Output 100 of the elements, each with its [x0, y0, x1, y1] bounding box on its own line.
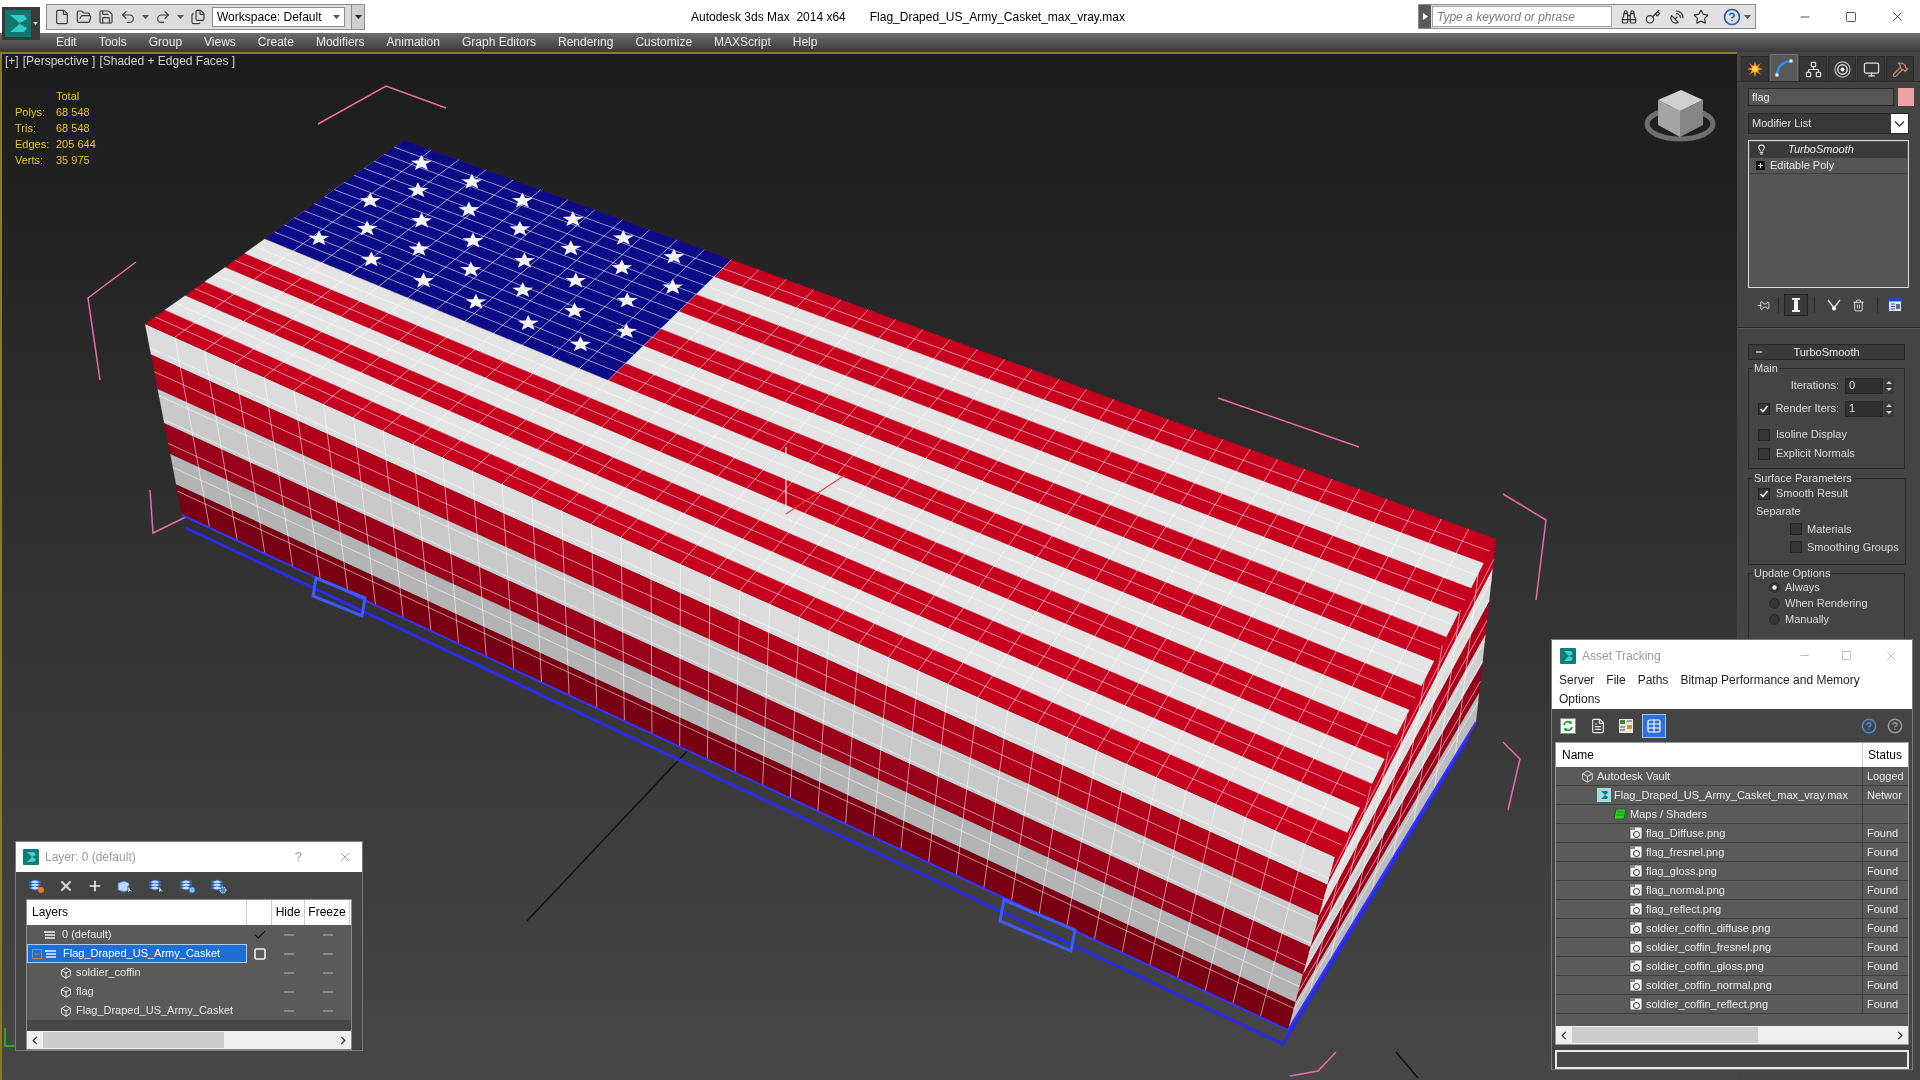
key-icon[interactable] [1645, 8, 1661, 25]
spinner-field[interactable]: 1 [1845, 400, 1883, 417]
star-icon[interactable] [1693, 8, 1709, 25]
view-mode-toggle[interactable] [1642, 713, 1666, 738]
layer-item[interactable]: Flag_Draped_US_Army_Casket [27, 944, 247, 963]
asset-item[interactable]: Maps / Shaders [1556, 805, 1863, 823]
menu-item[interactable]: MAXScript [703, 33, 782, 52]
help-icon[interactable] [1723, 7, 1741, 26]
asset-item[interactable]: soldier_coffin_reflect.png [1556, 995, 1863, 1013]
color-swatch-icon[interactable] [1898, 88, 1914, 106]
menu-item[interactable]: Options [1559, 690, 1601, 709]
help-icon[interactable] [1887, 717, 1903, 734]
radio-button[interactable] [1769, 581, 1780, 593]
layers-pin-icon[interactable] [178, 877, 196, 894]
spinner-arrows-icon[interactable] [1884, 400, 1894, 417]
asset-item[interactable]: soldier_coffin_gloss.png [1556, 957, 1863, 975]
menu-item[interactable]: Server [1559, 671, 1595, 690]
checkbox[interactable] [1758, 402, 1770, 415]
new-file-icon[interactable] [54, 8, 70, 25]
view-cube-icon[interactable] [1644, 90, 1716, 142]
scrollbar-track[interactable] [27, 1031, 351, 1049]
panel-tab[interactable] [1828, 56, 1856, 81]
layer-item[interactable]: Flag_Draped_US_Army_Casket [27, 1001, 247, 1020]
save-icon[interactable] [98, 8, 114, 25]
spinner-field[interactable]: 0 [1845, 377, 1883, 394]
scrollbar-track[interactable] [1556, 1026, 1908, 1044]
asset-item[interactable]: soldier_coffin_normal.png [1556, 976, 1863, 994]
menu-item[interactable]: Edit [45, 33, 88, 52]
scroll-left-icon[interactable] [1561, 1030, 1567, 1040]
menu-item[interactable]: Create [246, 33, 305, 52]
panel-tab[interactable] [1886, 56, 1914, 81]
layer-item[interactable]: flag [27, 982, 247, 1001]
modifier-list-dropdown[interactable]: Modifier List [1748, 113, 1909, 134]
scrollbar-thumb[interactable] [1572, 1027, 1758, 1043]
asset-item[interactable]: soldier_coffin_diffuse.png [1556, 919, 1863, 937]
trash-icon[interactable] [1852, 298, 1865, 312]
refresh-icon[interactable] [1560, 717, 1576, 734]
satellite-dish-icon[interactable] [1669, 8, 1685, 25]
app-menu-logo-icon[interactable] [2, 7, 40, 40]
end-result-toggle[interactable] [1784, 294, 1808, 316]
window-grid-icon[interactable] [1888, 298, 1902, 312]
column-header[interactable]: Name [1556, 743, 1863, 767]
menu-item[interactable]: Graph Editors [450, 33, 547, 52]
menu-item[interactable]: Views [193, 33, 247, 52]
menu-item[interactable]: Help [781, 33, 829, 52]
asset-item[interactable]: flag_reflect.png [1556, 900, 1863, 918]
checkbox[interactable] [1758, 447, 1770, 460]
menu-item[interactable]: File [1606, 671, 1626, 690]
asset-item[interactable]: flag_gloss.png [1556, 862, 1863, 880]
checkbox[interactable] [1758, 487, 1770, 500]
fork-icon[interactable] [1827, 299, 1841, 311]
object-name-field[interactable]: flag [1748, 88, 1894, 106]
asset-item[interactable]: Flag_Draped_US_Army_Casket_max_vray.max [1556, 786, 1863, 804]
stack-item[interactable]: TurboSmooth [1750, 142, 1907, 158]
menu-item[interactable]: Rendering [547, 33, 625, 52]
viewport-label[interactable]: [+] [5, 54, 19, 68]
cube-cursor-icon[interactable] [116, 877, 134, 894]
scroll-left-icon[interactable] [32, 1035, 38, 1045]
checkbox[interactable] [1758, 428, 1770, 441]
column-header[interactable]: Status [1863, 743, 1903, 767]
asset-item[interactable]: Autodesk Vault [1556, 767, 1863, 785]
scroll-right-icon[interactable] [1897, 1030, 1903, 1040]
asset-item[interactable]: soldier_coffin_fresnel.png [1556, 938, 1863, 956]
caret-icon[interactable] [177, 14, 184, 19]
asset-item[interactable]: flag_Diffuse.png [1556, 824, 1863, 842]
menu-item[interactable]: Tools [87, 33, 138, 52]
undo-icon[interactable] [120, 8, 136, 25]
scroll-right-icon[interactable] [340, 1035, 346, 1045]
layer-item[interactable]: 0 (default) [27, 925, 247, 944]
maximize-icon[interactable] [1845, 10, 1857, 23]
viewport-label[interactable]: [Perspective ] [22, 54, 96, 68]
layers-gear-icon[interactable] [209, 877, 227, 894]
redo-icon[interactable] [155, 8, 171, 25]
new-layer-icon[interactable] [27, 877, 45, 894]
stack-item[interactable]: Editable Poly [1750, 158, 1907, 174]
menu-item[interactable]: Customize [624, 33, 704, 52]
scrollbar-thumb[interactable] [43, 1032, 225, 1048]
caret-icon[interactable] [142, 14, 149, 19]
lightbulb-icon[interactable] [1756, 144, 1767, 155]
viewport-label[interactable]: [Shaded + Edged Faces ] [99, 54, 236, 68]
spinner-arrows-icon[interactable] [1884, 377, 1894, 394]
toolbar-menu-button[interactable] [351, 4, 364, 29]
help-icon[interactable] [1861, 717, 1877, 734]
panel-tab[interactable] [1857, 56, 1885, 81]
layers-cursor-icon[interactable] [147, 877, 165, 894]
panel-tab[interactable] [1741, 56, 1769, 81]
checkbox[interactable] [1790, 541, 1802, 553]
rollout-header[interactable]: TurboSmooth [1748, 344, 1905, 360]
layer-item[interactable]: soldier_coffin [27, 963, 247, 982]
menu-item[interactable]: Animation [375, 33, 451, 52]
files-icon[interactable] [190, 8, 206, 25]
asset-item[interactable]: flag_normal.png [1556, 881, 1863, 899]
menu-item[interactable]: Group [137, 33, 194, 52]
expand-box-icon[interactable] [1756, 161, 1765, 170]
checkbox[interactable] [1790, 523, 1802, 535]
binoculars-icon[interactable] [1621, 8, 1637, 25]
menu-item[interactable]: Modifiers [304, 33, 376, 52]
workspace-dropdown[interactable]: Workspace: Default [212, 6, 345, 27]
menu-item[interactable]: Paths [1637, 671, 1669, 690]
panel-tab[interactable] [1799, 56, 1827, 81]
